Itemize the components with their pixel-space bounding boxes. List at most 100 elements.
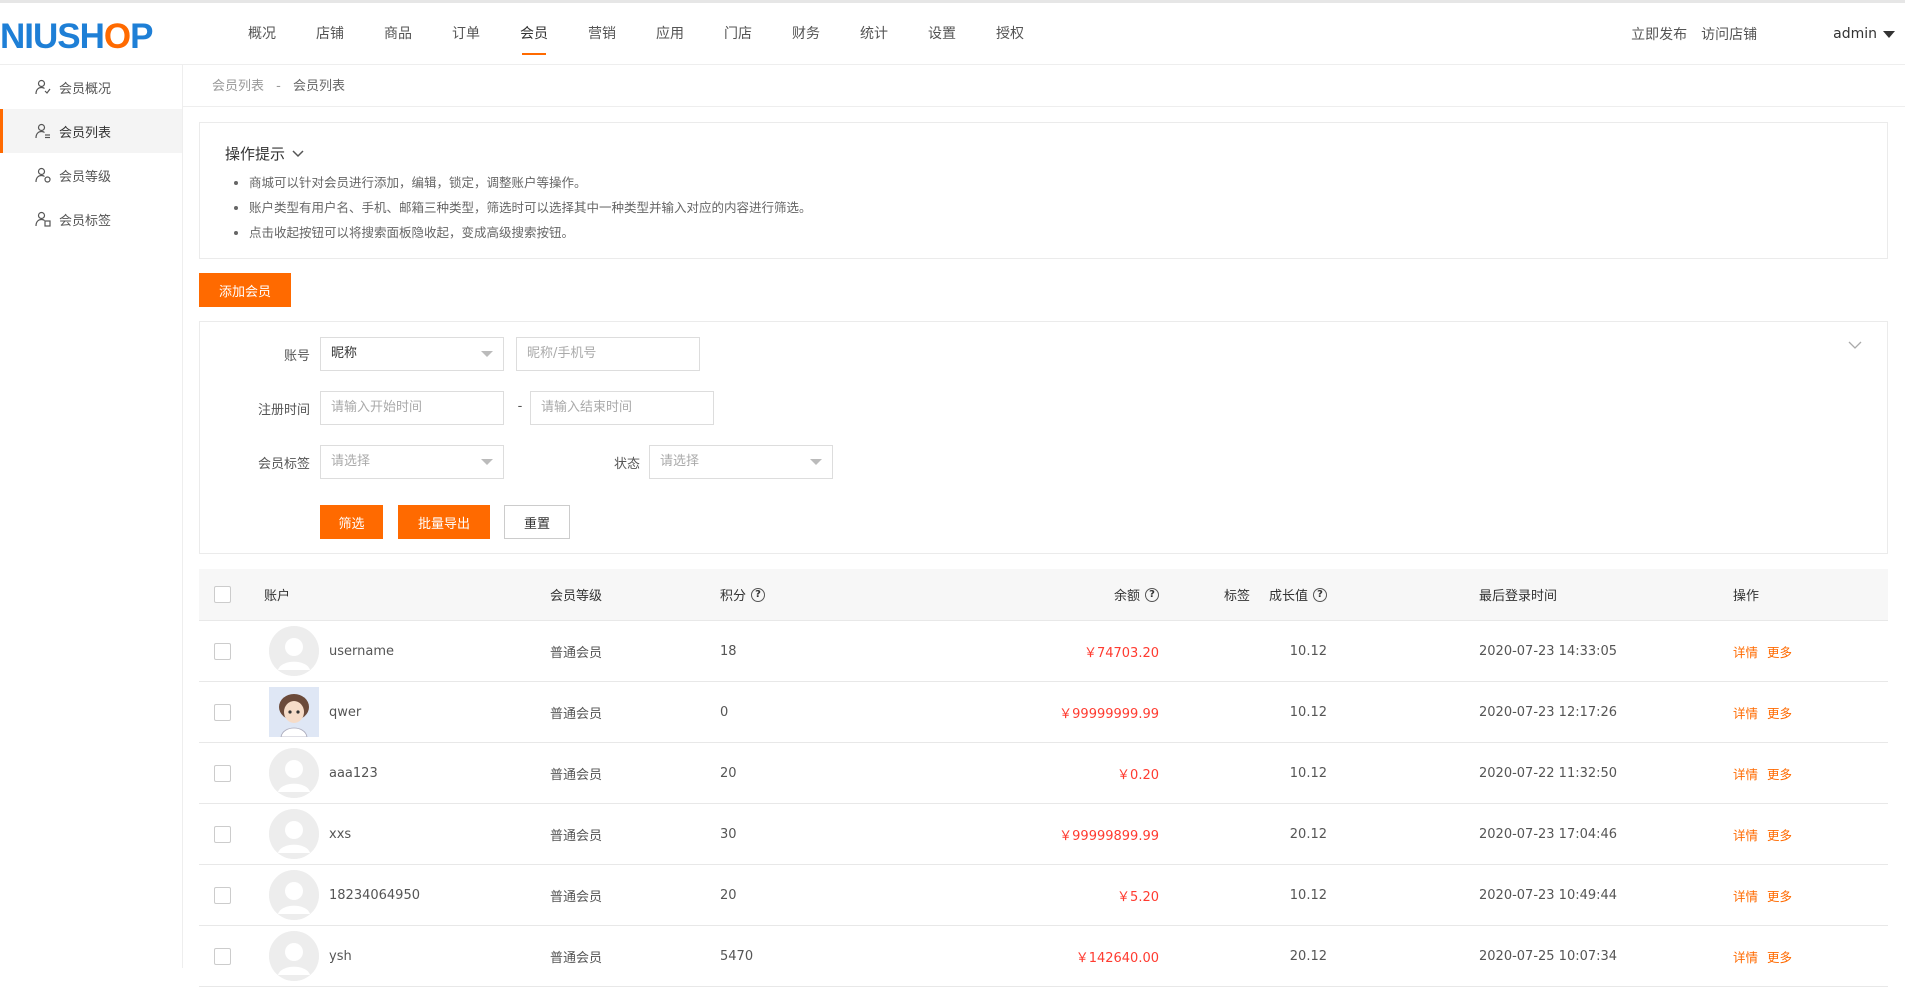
last-login-cell: 2020-07-23 12:17:26 [1479,704,1618,720]
balance-cell: ￥99999899.99 [1059,828,1159,844]
nav-item[interactable]: 店铺 [296,3,364,65]
reg-time-label: 注册时间 [257,403,310,418]
collapse-chevron-icon[interactable] [1847,340,1863,350]
detail-link[interactable]: 详情 [1733,825,1758,844]
header-points-label: 积分 [720,589,747,604]
header-balance: 余额? [859,569,1159,620]
default-avatar-icon [269,748,319,798]
balance-cell: ￥5.20 [1117,889,1159,905]
points-cell: 18 [720,643,737,659]
filter-button[interactable]: 筛选 [320,505,383,539]
select-caret-icon [810,459,822,465]
more-link[interactable]: 更多 [1767,764,1792,783]
account-cell: aaa123 [269,743,378,803]
more-link[interactable]: 更多 [1767,886,1792,905]
visit-store-link[interactable]: 访问店铺 [1701,24,1757,44]
nav-item[interactable]: 会员 [500,3,568,65]
start-time-input[interactable]: 请输入开始时间 [320,391,504,425]
end-time-input[interactable]: 请输入结束时间 [530,391,714,425]
nav-item[interactable]: 财务 [772,3,840,65]
default-avatar-icon [269,809,319,859]
more-link[interactable]: 更多 [1767,947,1792,966]
growth-cell: 20.12 [1289,826,1327,842]
publish-link[interactable]: 立即发布 [1631,24,1687,44]
help-icon[interactable]: ? [1313,587,1327,602]
account-name: aaa123 [329,765,378,781]
select-all-checkbox[interactable] [214,586,231,603]
tip-item: 点击收起按钮可以将搜索面板隐收起，变成高级搜索按钮。 [249,220,1862,245]
more-link[interactable]: 更多 [1767,825,1792,844]
account-name: username [329,643,394,659]
last-login-cell: 2020-07-23 10:49:44 [1479,887,1618,903]
row-checkbox[interactable] [214,886,231,904]
detail-link[interactable]: 详情 [1733,764,1758,783]
nav-item[interactable]: 应用 [636,3,704,65]
balance-cell: ￥99999999.99 [1059,706,1159,722]
account-input[interactable]: 昵称/手机号 [516,337,700,371]
avatar [269,687,319,737]
nav-item[interactable]: 门店 [704,3,772,65]
growth-cell: 10.12 [1289,887,1327,903]
row-select-cell [214,926,231,986]
add-member-button[interactable]: 添加会员 [199,273,291,307]
detail-link[interactable]: 详情 [1733,886,1758,905]
tips-toggle[interactable]: 操作提示 [225,143,1862,164]
level-cell: 普通会员 [550,645,603,661]
sidebar-item[interactable]: 会员列表 [0,109,182,153]
sidebar-item[interactable]: 会员等级 [0,153,182,197]
avatar [269,626,319,676]
search-filter-panel: 账号 昵称 昵称/手机号 注册时间 请输入开始时间 - 请输入结束时间 会员标签… [199,321,1888,554]
row-select-cell [214,682,231,742]
more-link[interactable]: 更多 [1767,642,1792,661]
sidebar: 会员概况 会员列表 会员等级 会员标签 [0,65,183,968]
row-checkbox[interactable] [214,764,231,782]
member-tag-select[interactable]: 请选择 [320,445,504,479]
default-avatar-icon [269,626,319,676]
nav-item[interactable]: 订单 [432,3,500,65]
default-avatar-icon [269,931,319,981]
row-checkbox[interactable] [214,642,231,660]
detail-link[interactable]: 详情 [1733,703,1758,722]
detail-link[interactable]: 详情 [1733,642,1758,661]
nav-item[interactable]: 统计 [840,3,908,65]
row-checkbox[interactable] [214,703,231,721]
points-cell: 30 [720,826,737,842]
main-nav: 概况 店铺 商品 订单 会员 营销 应用 门店 财务 统计 设置 授权 [228,3,1044,65]
account-cell: xxs [269,804,351,864]
row-checkbox[interactable] [214,825,231,843]
sidebar-item[interactable]: 会员标签 [0,197,182,241]
last-login-cell: 2020-07-25 10:07:34 [1479,948,1618,964]
avatar [269,748,319,798]
nav-item[interactable]: 营销 [568,3,636,65]
account-cell: 18234064950 [269,865,420,925]
admin-user-menu[interactable]: admin [1833,26,1895,42]
last-login-cell: 2020-07-22 11:32:50 [1479,765,1618,781]
niushop-logo[interactable]: NIUSHOP [0,17,154,57]
batch-export-button[interactable]: 批量导出 [398,505,490,539]
header-actions: 立即发布 访问店铺 admin [1631,3,1905,65]
admin-username: admin [1833,26,1877,42]
reset-button[interactable]: 重置 [504,505,570,539]
level-cell: 普通会员 [550,889,603,905]
last-login-cell: 2020-07-23 14:33:05 [1479,643,1618,659]
sidebar-item[interactable]: 会员概况 [0,65,182,109]
nav-item[interactable]: 授权 [976,3,1044,65]
avatar [269,931,319,981]
more-link[interactable]: 更多 [1767,703,1792,722]
account-name: xxs [329,826,352,842]
points-cell: 20 [720,765,737,781]
nav-item[interactable]: 设置 [908,3,976,65]
account-type-select[interactable]: 昵称 [320,337,504,371]
breadcrumb-parent[interactable]: 会员列表 [212,79,264,94]
help-icon[interactable]: ? [751,587,766,602]
tip-item: 账户类型有用户名、手机、邮箱三种类型，筛选时可以选择其中一种类型并输入对应的内容… [249,195,1862,220]
detail-link[interactable]: 详情 [1733,947,1758,966]
divider [183,106,1905,107]
table-row: qwer 普通会员 0 ￥99999999.99 10.12 2020-07-23 12:… [199,682,1888,743]
nav-item[interactable]: 概况 [228,3,296,65]
level-cell: 普通会员 [550,828,603,844]
status-select[interactable]: 请选择 [649,445,833,479]
row-checkbox[interactable] [214,947,231,965]
level-cell: 普通会员 [550,706,603,722]
nav-item[interactable]: 商品 [364,3,432,65]
